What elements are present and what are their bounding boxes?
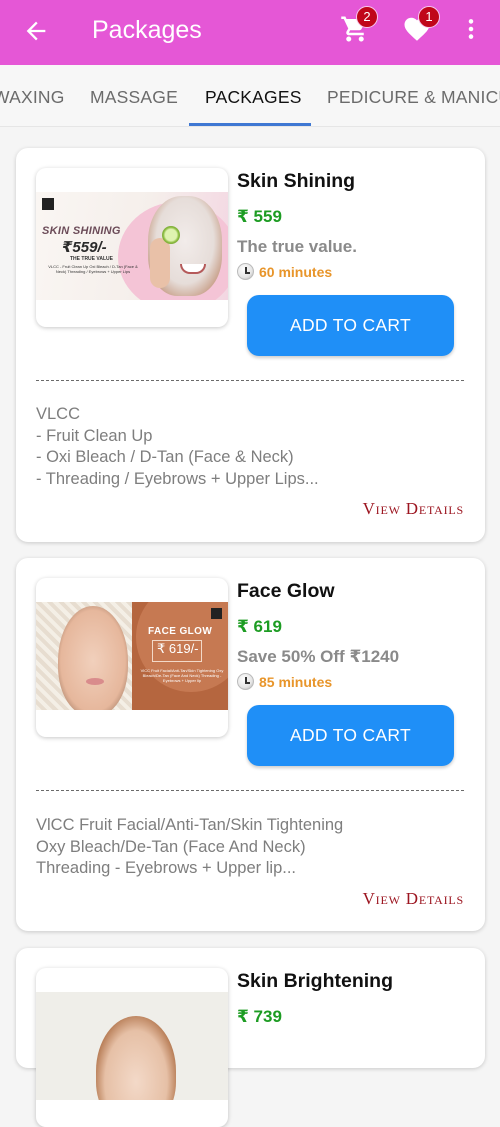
package-price: ₹ 619 (237, 617, 282, 636)
cart-button[interactable]: 2 (340, 6, 378, 48)
add-to-cart-button[interactable]: ADD TO CART (247, 295, 454, 356)
package-description: VlCC Fruit Facial/Anti-Tan/Skin Tighteni… (36, 815, 466, 880)
banner-title: SKIN SHINING (42, 225, 121, 237)
package-price: ₹ 739 (237, 1007, 282, 1026)
cart-count-badge: 2 (356, 6, 378, 28)
add-to-cart-button[interactable]: ADD TO CART (247, 705, 454, 766)
description-line: - Fruit Clean Up (36, 426, 153, 445)
package-card[interactable]: SKIN SHINING ₹559/- THE TRUE VALUE VLCC … (16, 148, 485, 542)
back-arrow-icon[interactable] (22, 17, 50, 45)
package-info: Skin Brightening ₹ 739 (237, 970, 393, 1027)
clock-icon (237, 263, 254, 280)
duration-text: 85 minutes (259, 673, 333, 690)
active-tab-indicator (189, 123, 311, 126)
package-info: Skin Shining ₹ 559 The true value. 60 mi… (237, 170, 357, 280)
package-name: Skin Shining (237, 170, 356, 192)
category-tabs: WAXING MASSAGE PACKAGES PEDICURE & MANIC… (0, 65, 500, 127)
clock-icon (237, 673, 254, 690)
description-line: Threading - Eyebrows + Upper lip... (36, 859, 296, 877)
app-bar: Packages 2 1 (0, 0, 500, 65)
wishlist-count-badge: 1 (418, 6, 440, 28)
package-image: FACE GLOW ₹ 619/- VlCC Fruit Facial/Anti… (36, 578, 228, 737)
package-info: Face Glow ₹ 619 Save 50% Off ₹1240 85 mi… (237, 580, 399, 690)
package-name: Skin Brightening (237, 970, 393, 992)
banner-details: VLCC - Fruit Clean Up Oxi Bleach / D-Tan… (48, 264, 138, 274)
banner-price: ₹ 619/- (157, 641, 199, 656)
package-duration: 60 minutes (237, 263, 357, 280)
dashed-divider (36, 790, 464, 791)
description-line: - Oxi Bleach / D-Tan (Face & Neck) (36, 448, 294, 466)
face-glow-banner: FACE GLOW ₹ 619/- VlCC Fruit Facial/Anti… (36, 602, 228, 710)
package-image (36, 968, 228, 1127)
skin-brightening-banner (36, 992, 228, 1100)
description-line: VLCC (36, 405, 81, 423)
tab-waxing[interactable]: WAXING (0, 87, 65, 108)
more-options-button[interactable] (458, 14, 484, 48)
wishlist-button[interactable]: 1 (402, 6, 440, 48)
banner-tagline: THE TRUE VALUE (70, 256, 113, 262)
skin-shining-banner: SKIN SHINING ₹559/- THE TRUE VALUE VLCC … (36, 192, 228, 300)
package-card[interactable]: Skin Brightening ₹ 739 (16, 948, 485, 1127)
dashed-divider (36, 380, 464, 381)
banner-price: ₹559/- (62, 239, 107, 256)
duration-text: 60 minutes (259, 263, 333, 280)
package-name: Face Glow (237, 580, 335, 602)
tab-packages[interactable]: PACKAGES (205, 87, 302, 108)
banner-details: VlCC Fruit Facial/Anti-Tan/Skin Tighteni… (140, 668, 224, 683)
view-details-link[interactable]: View Details (363, 889, 464, 909)
package-description: VLCC - Fruit Clean Up - Oxi Bleach / D-T… (36, 404, 466, 490)
package-card[interactable]: FACE GLOW ₹ 619/- VlCC Fruit Facial/Anti… (16, 558, 485, 931)
package-image: SKIN SHINING ₹559/- THE TRUE VALUE VLCC … (36, 168, 228, 327)
page-title: Packages (92, 16, 202, 44)
more-vert-icon (468, 19, 474, 39)
brand-logo-icon (42, 198, 54, 210)
package-subtitle: The true value. (237, 237, 357, 256)
package-subtitle: Save 50% Off ₹1240 (237, 647, 400, 666)
view-details-link[interactable]: View Details (363, 499, 464, 519)
banner-title: FACE GLOW (148, 626, 213, 637)
package-duration: 85 minutes (237, 673, 399, 690)
description-line: Oxy Bleach/De-Tan (Face And Neck) (36, 837, 306, 856)
package-price: ₹ 559 (237, 207, 282, 226)
tab-massage[interactable]: MASSAGE (90, 87, 178, 108)
description-line: VlCC Fruit Facial/Anti-Tan/Skin Tighteni… (36, 816, 344, 834)
tab-pedicure-manicure[interactable]: PEDICURE & MANICURE (327, 87, 500, 108)
brand-logo-icon (211, 608, 222, 619)
description-line: - Threading / Eyebrows + Upper Lips... (36, 469, 319, 488)
